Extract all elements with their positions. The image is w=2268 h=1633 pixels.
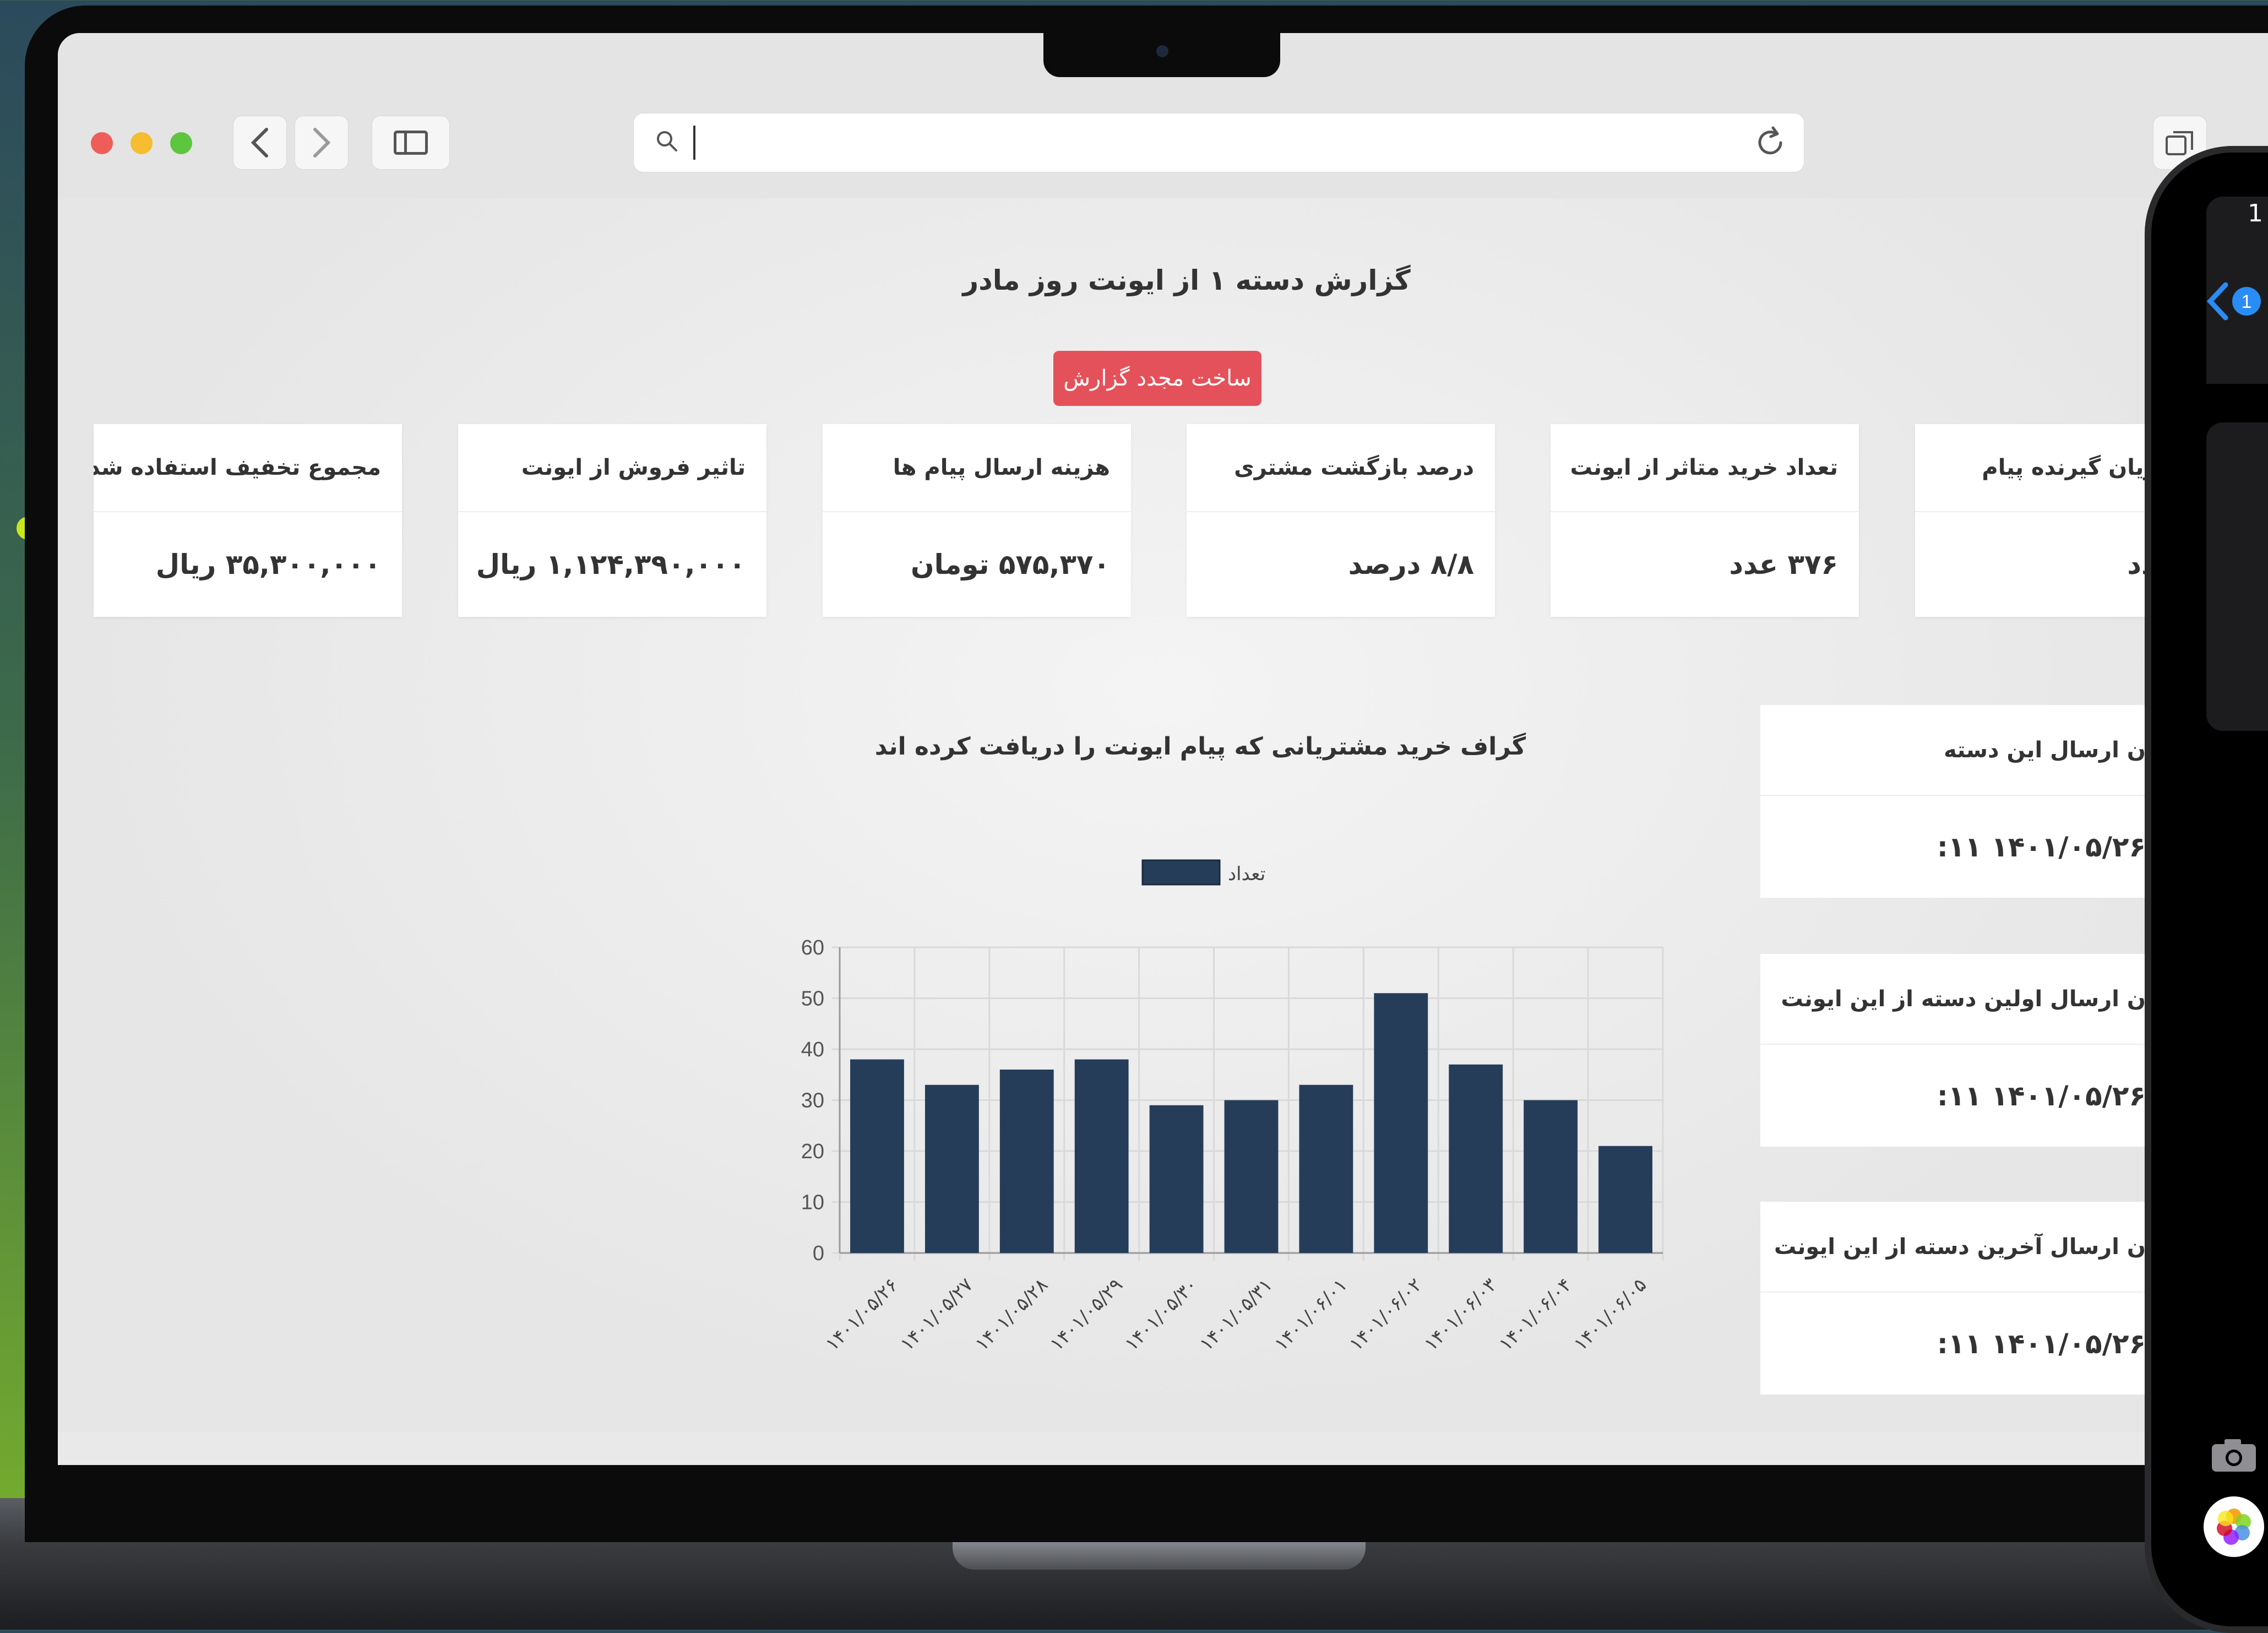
bar [1224, 1100, 1279, 1253]
x-tick-label: ۱۴۰۱/۰۵/۳۰ [1121, 1274, 1202, 1355]
legend-label: تعداد [1228, 863, 1265, 885]
y-tick-label: 50 [801, 988, 824, 1011]
stat-value: ۳۷۶ عدد [1729, 549, 1838, 580]
bar [1449, 1064, 1503, 1253]
stat-label: درصد بازگشت مشتری [1187, 424, 1495, 512]
x-tick-label: ۱۴۰۱/۰۶/۰۵ [1570, 1274, 1651, 1355]
y-tick-label: 60 [801, 936, 824, 959]
report-page: گزارش دسته ۱ از ایونت روز مادر ساخت مجدد… [58, 198, 2268, 1432]
bar [999, 1070, 1054, 1253]
back-button[interactable] [233, 116, 287, 170]
phone-device: 1 1 [2145, 146, 2268, 1633]
stat-card-sales-impact: تاثیر فروش از ایونت ۱,۱۲۴,۳۹۰,۰۰۰ ریال [458, 424, 766, 617]
x-tick-label: ۱۴۰۱/۰۵/۲۷ [896, 1274, 977, 1355]
sidebar-icon [394, 131, 428, 155]
reload-icon[interactable] [1753, 126, 1787, 160]
stat-value: ۳۵,۳۰۰,۰۰۰ ریال [155, 549, 381, 580]
stat-value: ۱,۱۲۴,۳۹۰,۰۰۰ ریال [476, 549, 746, 580]
side-card-label: ن ارسال اولین دسته از این ایونت [1760, 954, 2146, 1045]
forward-button[interactable] [295, 116, 349, 170]
chart-title: گراف خرید مشتریانی که پیام ایونت را دریا… [874, 733, 1526, 761]
x-tick-label: ۱۴۰۱/۰۶/۰۱ [1270, 1274, 1352, 1355]
text-caret [693, 126, 695, 160]
x-tick-label: ۱۴۰۱/۰۵/۲۶ [822, 1274, 903, 1355]
stat-label: تاثیر فروش از ایونت [458, 424, 766, 512]
side-card-value: ۱۴۰۱/۰۵/۲۶ ۱۱: [1937, 1327, 2146, 1360]
bar [1299, 1084, 1353, 1253]
side-card-first-batch-time: ن ارسال اولین دسته از این ایونت ۱۴۰۱/۰۵/… [1760, 954, 2146, 1147]
y-tick-label: 0 [813, 1242, 824, 1265]
side-card-value: ۱۴۰۱/۰۵/۲۶ ۱۱: [1937, 831, 2146, 863]
address-bar[interactable] [633, 113, 1804, 172]
camera-notch [1043, 33, 1280, 77]
stat-card-message-cost: هزینه ارسال پیام ها ۵۷۵,۳۷۰ تومان [823, 424, 1131, 617]
sidebar-toggle-button[interactable] [372, 116, 450, 170]
close-window-button[interactable] [91, 132, 113, 154]
stat-card-return-rate: درصد بازگشت مشتری ۸/۸ درصد [1187, 424, 1495, 617]
maximize-window-button[interactable] [170, 132, 192, 154]
x-tick-label: ۱۴۰۱/۰۵/۳۱ [1195, 1274, 1277, 1355]
phone-message-panel [2206, 422, 2268, 731]
x-tick-label: ۱۴۰۱/۰۵/۲۸ [971, 1274, 1052, 1355]
chevron-left-icon [251, 128, 268, 158]
x-tick-label: ۱۴۰۱/۰۵/۲۹ [1046, 1274, 1127, 1355]
legend-swatch [1141, 859, 1221, 886]
chevron-right-icon [313, 128, 331, 158]
bar [850, 1059, 904, 1253]
search-icon [657, 131, 677, 151]
tabs-icon [2166, 131, 2193, 155]
stat-label: هزینه ارسال پیام ها [823, 424, 1131, 512]
bar [1598, 1146, 1652, 1253]
laptop-screen: گزارش دسته ۱ از ایونت روز مادر ساخت مجدد… [58, 33, 2268, 1465]
bar [1074, 1059, 1129, 1253]
side-card-last-batch-time: ن ارسال آخرین دسته از این ایونت ۱۴۰۱/۰۵/… [1760, 1202, 2146, 1395]
laptop-opening-notch [953, 1539, 1366, 1570]
y-tick-label: 20 [801, 1140, 824, 1163]
stat-value: ۵۷۵,۳۷۰ تومان [910, 549, 1110, 580]
side-card-label: ن ارسال آخرین دسته از این ایونت [1760, 1202, 2146, 1293]
x-tick-label: ۱۴۰۱/۰۶/۰۴ [1495, 1274, 1576, 1355]
side-card-value: ۱۴۰۱/۰۵/۲۶ ۱۱: [1937, 1079, 2146, 1112]
purchases-bar-chart: تعداد0102030405060۱۴۰۱/۰۵/۲۶۱۴۰۱/۰۵/۲۷۱۴… [801, 859, 1664, 1355]
bar [1149, 1105, 1204, 1253]
side-card-batch-send-time: ن ارسال این دسته ۱۴۰۱/۰۵/۲۶ ۱۱: [1760, 705, 2146, 898]
photos-flower-icon [2217, 1509, 2251, 1545]
message-badge-count: 1 [2242, 291, 2252, 312]
rebuild-report-button[interactable]: ساخت مجدد گزارش [1053, 351, 1261, 406]
camera-lens [1156, 45, 1168, 57]
bar [924, 1084, 979, 1253]
stat-card-discount-total: مجموع تخفیف استفاده شد ۳۵,۳۰۰,۰۰۰ ریال [94, 424, 402, 617]
stat-card-affected-purchases: تعداد خرید متاثر از ایونت ۳۷۶ عدد [1551, 424, 1859, 617]
back-arrow-icon[interactable]: 1 [2204, 279, 2264, 323]
bar [1374, 993, 1428, 1253]
x-tick-label: ۱۴۰۱/۰۶/۰۳ [1420, 1274, 1502, 1355]
bar [1524, 1100, 1578, 1253]
side-card-label: ن ارسال این دسته [1760, 705, 2146, 796]
minimize-window-button[interactable] [130, 132, 153, 154]
stat-label: تعداد خرید متاثر از ایونت [1551, 424, 1859, 512]
x-tick-label: ۱۴۰۱/۰۶/۰۲ [1345, 1274, 1427, 1355]
stat-label: مجموع تخفیف استفاده شد [94, 424, 402, 512]
stat-value: ۸/۸ درصد [1348, 549, 1474, 580]
camera-icon[interactable] [2209, 1436, 2259, 1474]
photos-app-icon[interactable] [2204, 1496, 2264, 1557]
phone-status-text: 1 [2248, 199, 2263, 227]
y-tick-label: 40 [801, 1038, 824, 1061]
y-tick-label: 30 [801, 1089, 824, 1113]
page-title: گزارش دسته ۱ از ایونت روز مادر [962, 264, 1411, 296]
y-tick-label: 10 [801, 1191, 824, 1214]
